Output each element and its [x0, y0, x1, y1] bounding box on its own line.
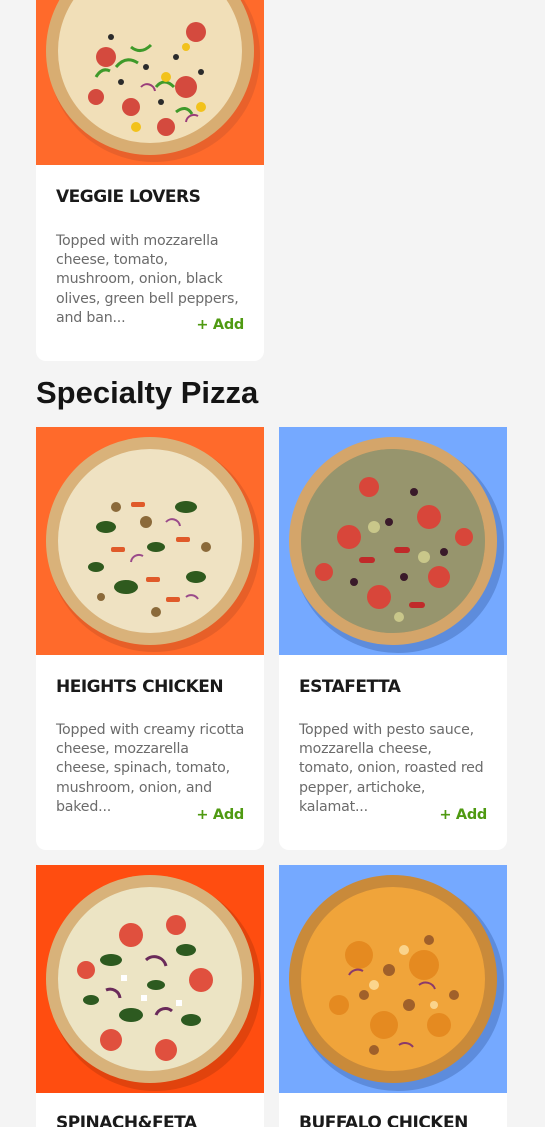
menu-item-card-heights-chicken[interactable]: HEIGHTS CHICKEN Topped with creamy ricot…: [36, 427, 264, 850]
item-description: Topped with mozzarella cheese, tomato, m…: [56, 233, 239, 326]
pizza-image: [279, 427, 507, 655]
add-button[interactable]: + Add: [196, 807, 244, 823]
item-title: ESTAFETTA: [299, 677, 401, 697]
item-title: VEGGIE LOVERS: [56, 187, 201, 207]
pizza-image: [36, 865, 264, 1093]
item-title: BUFFALO CHICKEN: [299, 1113, 468, 1127]
pizza-image: [36, 0, 264, 165]
item-description: Topped with creamy ricotta cheese, mozza…: [56, 722, 245, 815]
item-title: SPINACH&FETA: [56, 1113, 197, 1127]
add-button[interactable]: + Add: [196, 317, 244, 333]
item-description: Topped with pesto sauce, mozzarella chee…: [299, 722, 484, 815]
add-button[interactable]: + Add: [439, 807, 487, 823]
section-title: Specialty Pizza: [36, 375, 259, 410]
menu-item-card-spinach-feta[interactable]: SPINACH&FETA: [36, 865, 264, 1127]
menu-item-card-estafetta[interactable]: ESTAFETTA Topped with pesto sauce, mozza…: [279, 427, 507, 850]
pizza-image: [279, 865, 507, 1093]
pizza-image: [36, 427, 264, 655]
menu-item-card-veggie-lovers[interactable]: VEGGIE LOVERS Topped with mozzarella che…: [36, 0, 264, 361]
item-title: HEIGHTS CHICKEN: [56, 677, 224, 697]
menu-item-card-buffalo-chicken[interactable]: BUFFALO CHICKEN: [279, 865, 507, 1127]
